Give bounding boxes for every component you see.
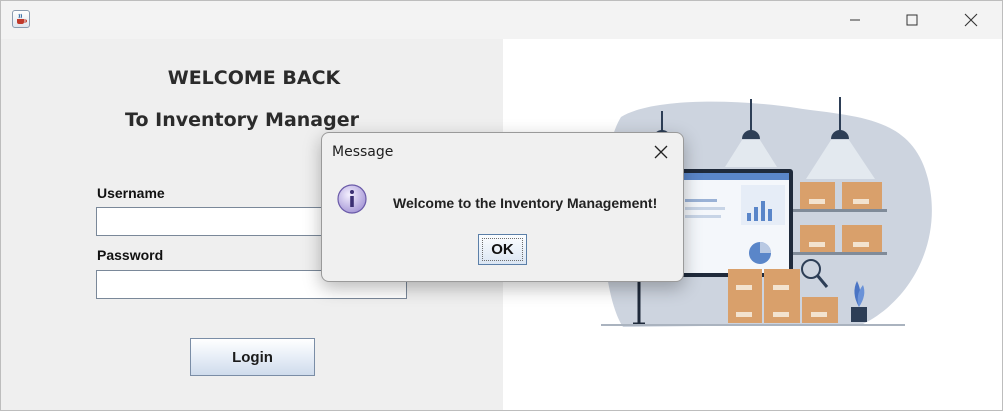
app-subtitle: To Inventory Manager	[125, 109, 359, 131]
message-dialog: Message Welcome to the Inventory Managem…	[321, 132, 684, 282]
title-bar	[1, 1, 1002, 39]
maximize-button[interactable]	[889, 1, 935, 39]
info-icon	[337, 184, 367, 214]
app-window: WELCOME BACK To Inventory Manager Userna…	[0, 0, 1003, 411]
close-icon	[964, 13, 978, 27]
minimize-icon	[850, 19, 860, 21]
dialog-close-button[interactable]	[645, 137, 677, 167]
maximize-icon	[906, 14, 918, 26]
username-label: Username	[97, 185, 165, 201]
login-button[interactable]: Login	[190, 338, 315, 376]
ok-button[interactable]: OK	[478, 234, 527, 265]
close-window-button[interactable]	[948, 1, 994, 39]
password-label: Password	[97, 247, 164, 263]
java-cup-icon	[12, 10, 30, 28]
dialog-message: Welcome to the Inventory Management!	[393, 195, 658, 211]
dialog-title: Message	[332, 144, 394, 160]
minimize-button[interactable]	[832, 1, 878, 39]
welcome-heading: WELCOME BACK	[167, 67, 341, 89]
close-icon	[654, 145, 668, 159]
